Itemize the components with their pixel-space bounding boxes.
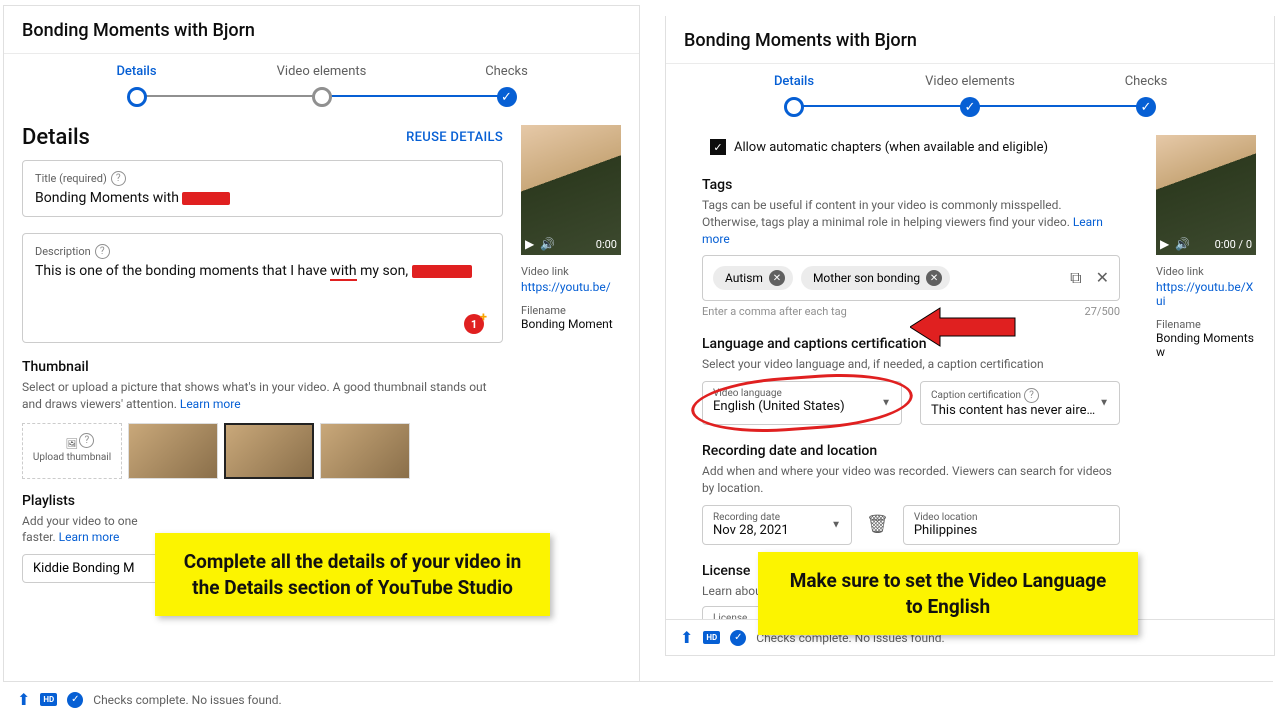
playlists-heading: Playlists bbox=[22, 493, 503, 509]
help-icon[interactable]: ? bbox=[1024, 388, 1039, 403]
help-icon[interactable]: ? bbox=[95, 244, 110, 259]
clear-icon[interactable]: ✕ bbox=[1096, 268, 1109, 288]
thumbnail-option-selected[interactable] bbox=[224, 423, 314, 479]
thumbnail-option[interactable] bbox=[128, 423, 218, 479]
upload-thumbnail-button[interactable]: 🖼? Upload thumbnail bbox=[22, 423, 122, 479]
tag-chip[interactable]: Mother son bonding✕ bbox=[801, 266, 950, 290]
video-link-label: Video link bbox=[521, 265, 621, 278]
tag-count: 27/500 bbox=[1085, 305, 1120, 318]
chevron-down-icon: ▼ bbox=[1099, 398, 1109, 409]
step-checks-dot[interactable]: ✓ bbox=[497, 87, 517, 107]
learn-more-link[interactable]: Learn more bbox=[59, 530, 120, 544]
thumbnail-heading: Thumbnail bbox=[22, 359, 503, 375]
check-icon: ✓ bbox=[730, 630, 746, 646]
copy-icon[interactable]: ⧉ bbox=[1070, 268, 1081, 288]
title-field[interactable]: Title (required)? Bonding Moments with bbox=[22, 160, 503, 217]
description-field[interactable]: Description? This is one of the bonding … bbox=[22, 233, 503, 343]
recording-date-select[interactable]: Recording date Nov 28, 2021 ▼ bbox=[702, 505, 852, 545]
step-elements[interactable]: Video elements bbox=[229, 64, 414, 79]
step-checks[interactable]: Checks bbox=[414, 64, 599, 79]
upload-icon: ⬆ bbox=[680, 628, 693, 647]
dialog-title: Bonding Moments with Bjorn bbox=[666, 16, 1274, 64]
video-link-label: Video link bbox=[1156, 265, 1256, 278]
details-heading: Details bbox=[22, 125, 90, 150]
filename-label: Filename bbox=[521, 304, 621, 317]
play-icon[interactable]: ▶ bbox=[1160, 237, 1169, 251]
trash-icon[interactable]: 🗑 bbox=[866, 514, 889, 535]
learn-more-link[interactable]: Learn more bbox=[180, 397, 241, 411]
annotation-callout: Complete all the details of your video i… bbox=[155, 533, 550, 616]
video-link[interactable]: https://youtu.be/ bbox=[521, 280, 621, 294]
video-location-input[interactable]: Video location Philippines bbox=[903, 505, 1120, 545]
tag-hint: Enter a comma after each tag bbox=[702, 305, 847, 318]
annotation-callout: Make sure to set the Video Language to E… bbox=[758, 552, 1138, 635]
step-details[interactable]: Details bbox=[706, 74, 882, 89]
volume-icon[interactable]: 🔊 bbox=[540, 237, 555, 251]
stepper: Details Video elements✓ Checks✓ bbox=[666, 64, 1274, 123]
video-preview[interactable]: ▶ 🔊 0:00 bbox=[521, 125, 621, 255]
step-details-dot[interactable] bbox=[127, 87, 147, 107]
hd-badge: HD bbox=[703, 631, 720, 644]
recording-heading: Recording date and location bbox=[702, 443, 1120, 459]
video-preview[interactable]: ▶ 🔊 0:00 / 0 bbox=[1156, 135, 1256, 255]
redacted-text bbox=[182, 192, 230, 205]
description-label: Description bbox=[35, 245, 91, 258]
tags-input[interactable]: Autism✕ Mother son bonding✕ ⧉ ✕ bbox=[702, 255, 1120, 301]
video-language-select[interactable]: Video language English (United States) ▼ bbox=[702, 381, 902, 425]
reuse-details-button[interactable]: REUSE DETAILS bbox=[406, 130, 503, 145]
footer-status: ⬆ HD ✓ Checks complete. No issues found. bbox=[3, 681, 1273, 717]
video-time: 0:00 bbox=[596, 238, 617, 251]
check-icon: ✓ bbox=[67, 692, 83, 708]
filename: Bonding Moment bbox=[521, 317, 621, 331]
upload-icon: ⬆ bbox=[17, 690, 30, 709]
chevron-down-icon: ▼ bbox=[881, 398, 891, 409]
notification-badge[interactable]: 1 bbox=[464, 314, 484, 334]
help-icon[interactable]: ? bbox=[111, 171, 126, 186]
tags-heading: Tags bbox=[702, 177, 1120, 193]
filename-label: Filename bbox=[1156, 318, 1256, 331]
volume-icon[interactable]: 🔊 bbox=[1175, 237, 1190, 251]
remove-tag-icon[interactable]: ✕ bbox=[926, 270, 942, 286]
step-elements[interactable]: Video elements bbox=[882, 74, 1058, 89]
video-time: 0:00 / 0 bbox=[1215, 238, 1252, 251]
chevron-down-icon: ▼ bbox=[831, 519, 841, 530]
redacted-text bbox=[412, 265, 472, 278]
video-link[interactable]: https://youtu.be/Xui bbox=[1156, 280, 1256, 308]
remove-tag-icon[interactable]: ✕ bbox=[769, 270, 785, 286]
stepper: Details Video elements Checks ✓ bbox=[4, 54, 639, 113]
checkbox-icon[interactable]: ✓ bbox=[710, 139, 726, 155]
title-label: Title (required) bbox=[35, 172, 107, 185]
hd-badge: HD bbox=[40, 693, 57, 706]
tag-chip[interactable]: Autism✕ bbox=[713, 266, 793, 290]
step-elements-dot[interactable] bbox=[312, 87, 332, 107]
thumbnail-option[interactable] bbox=[320, 423, 410, 479]
auto-chapters-checkbox[interactable]: ✓Allow automatic chapters (when availabl… bbox=[702, 135, 1120, 163]
step-details[interactable]: Details bbox=[44, 64, 229, 79]
play-icon[interactable]: ▶ bbox=[525, 237, 534, 251]
step-checks[interactable]: Checks bbox=[1058, 74, 1234, 89]
help-icon[interactable]: ? bbox=[79, 433, 94, 448]
caption-certification-select[interactable]: Caption certification? This content has … bbox=[920, 381, 1120, 425]
annotation-arrow bbox=[910, 300, 1020, 355]
filename: Bonding Moments w bbox=[1156, 331, 1256, 359]
dialog-title: Bonding Moments with Bjorn bbox=[4, 6, 639, 54]
